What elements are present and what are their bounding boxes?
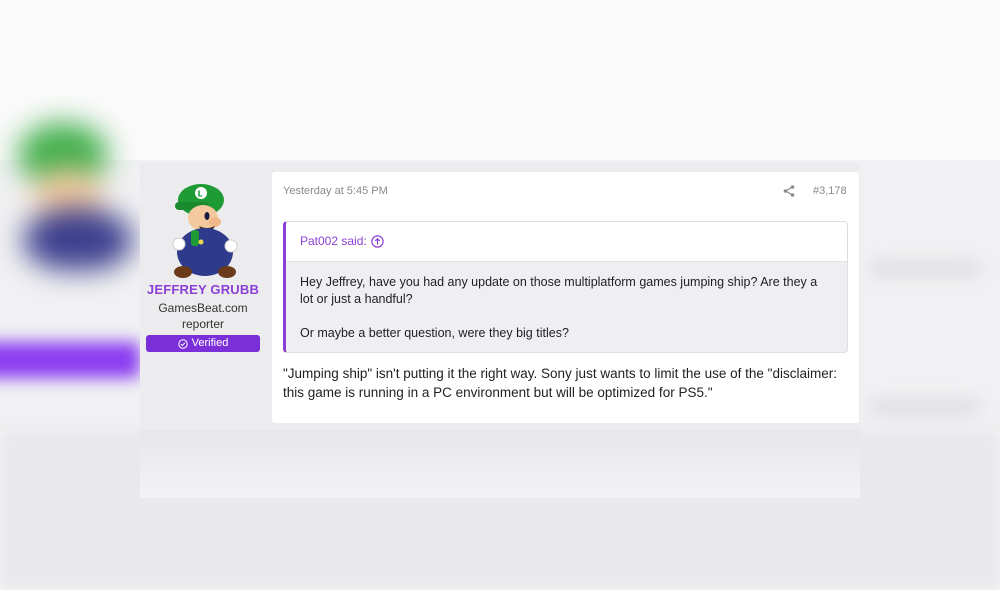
quote-author-link[interactable]: Pat002 said: — [300, 234, 367, 248]
blurred-line — [870, 400, 980, 414]
panel-footer-shade — [140, 430, 860, 498]
quote-block: Pat002 said: Hey Jeffrey, have you had a… — [283, 221, 848, 353]
quote-paragraph: Hey Jeffrey, have you had any update on … — [300, 275, 818, 306]
quote-content: Hey Jeffrey, have you had any update on … — [286, 262, 847, 352]
quote-paragraph: Or maybe a better question, were they bi… — [300, 326, 569, 340]
post-number-link[interactable]: #3,178 — [813, 185, 847, 197]
share-icon[interactable] — [782, 184, 796, 198]
background-top — [0, 0, 1000, 160]
user-title: GamesBeat.com reporter — [145, 300, 261, 332]
quote-header: Pat002 said: — [286, 222, 847, 262]
message-body: "Jumping ship" isn't putting it the righ… — [283, 366, 837, 400]
post-timestamp[interactable]: Yesterday at 5:45 PM — [283, 185, 388, 197]
blurred-line — [870, 262, 980, 276]
username-link[interactable]: JEFFREY GRUBB — [145, 282, 261, 297]
arrow-up-circle-icon[interactable] — [371, 235, 384, 248]
blurred-verified-badge — [0, 342, 140, 378]
svg-text:L: L — [198, 190, 203, 199]
verified-label: Verified — [191, 337, 229, 349]
check-circle-icon — [177, 338, 188, 349]
avatar[interactable]: L — [161, 180, 245, 280]
blurred-avatar-image — [18, 123, 133, 270]
verified-badge: Verified — [146, 335, 260, 352]
user-info: L JEFFREY GRUBB GamesBeat.com reporter V… — [145, 172, 261, 352]
message-card: Yesterday at 5:45 PM #3,178 Pat002 said:… — [272, 172, 859, 423]
user-title-line1: GamesBeat.com — [158, 301, 248, 315]
user-title-line2: reporter — [181, 317, 225, 331]
